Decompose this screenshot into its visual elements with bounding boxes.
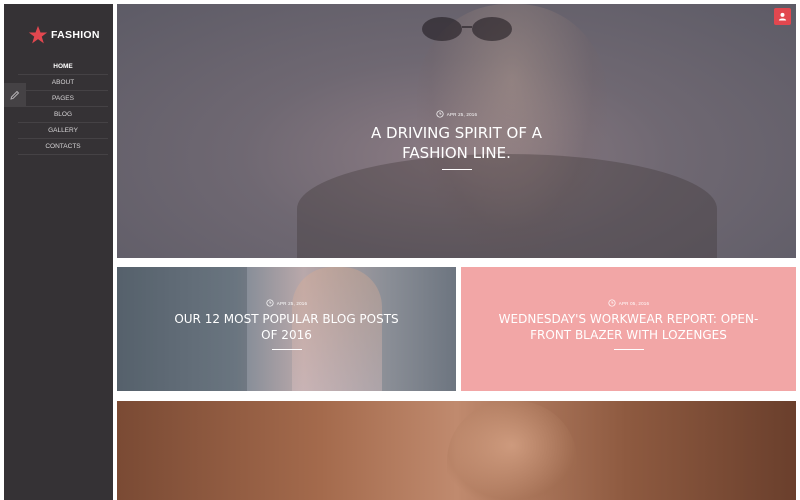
post-photo-portrait bbox=[447, 401, 577, 500]
post-title[interactable]: A DRIVING SPIRIT OF A FASHION LINE. bbox=[347, 124, 567, 163]
post-date-text: APR 05, 2016 bbox=[618, 300, 650, 306]
featured-post-tile[interactable]: APR 25, 2016 A DRIVING SPIRIT OF A FASHI… bbox=[117, 4, 796, 258]
nav-item-contacts[interactable]: CONTACTS bbox=[18, 139, 108, 155]
main-nav: HOME ABOUT PAGES BLOG GALLERY CONTACTS bbox=[18, 59, 108, 155]
post-date: APR 25, 2016 bbox=[117, 299, 456, 307]
post-date: APR 25, 2016 bbox=[117, 110, 796, 118]
post-tile[interactable]: APR 05, 2016 WEDNESDAY'S WORKWEAR REPORT… bbox=[461, 267, 796, 391]
nav-item-home[interactable]: HOME bbox=[18, 59, 108, 75]
nav-item-pages[interactable]: PAGES bbox=[18, 91, 108, 107]
user-account-button[interactable] bbox=[774, 8, 791, 25]
user-icon bbox=[778, 12, 787, 21]
nav-item-blog[interactable]: BLOG bbox=[18, 107, 108, 123]
nav-item-about[interactable]: ABOUT bbox=[18, 75, 108, 91]
post-tile[interactable]: APR 25, 2016 OUR 12 MOST POPULAR BLOG PO… bbox=[117, 267, 456, 391]
clock-icon bbox=[266, 299, 274, 307]
post-date-text: APR 25, 2016 bbox=[276, 300, 308, 306]
post-date-text: APR 25, 2016 bbox=[446, 111, 478, 117]
sidebar: FASHION HOME ABOUT PAGES BLOG GALLERY CO… bbox=[4, 4, 113, 500]
nav-item-gallery[interactable]: GALLERY bbox=[18, 123, 108, 139]
brand-name: FASHION bbox=[51, 29, 100, 41]
sunglasses-shape bbox=[422, 17, 512, 41]
post-content: APR 05, 2016 WEDNESDAY'S WORKWEAR REPORT… bbox=[461, 299, 796, 351]
title-divider bbox=[441, 169, 472, 170]
clock-icon bbox=[608, 299, 616, 307]
edit-panel-toggle[interactable] bbox=[4, 83, 26, 107]
pencil-icon bbox=[10, 90, 20, 100]
title-divider bbox=[613, 349, 644, 351]
post-date: APR 05, 2016 bbox=[461, 299, 796, 307]
clock-icon bbox=[436, 110, 444, 118]
star-icon bbox=[28, 25, 48, 44]
post-tile[interactable] bbox=[117, 401, 796, 500]
post-content: APR 25, 2016 A DRIVING SPIRIT OF A FASHI… bbox=[117, 110, 796, 170]
title-divider bbox=[271, 349, 302, 351]
logo[interactable]: FASHION bbox=[28, 25, 100, 45]
post-content: APR 25, 2016 OUR 12 MOST POPULAR BLOG PO… bbox=[117, 299, 456, 351]
post-title[interactable]: WEDNESDAY'S WORKWEAR REPORT: OPEN-FRONT … bbox=[479, 312, 779, 343]
post-title[interactable]: OUR 12 MOST POPULAR BLOG POSTS OF 2016 bbox=[172, 312, 402, 343]
